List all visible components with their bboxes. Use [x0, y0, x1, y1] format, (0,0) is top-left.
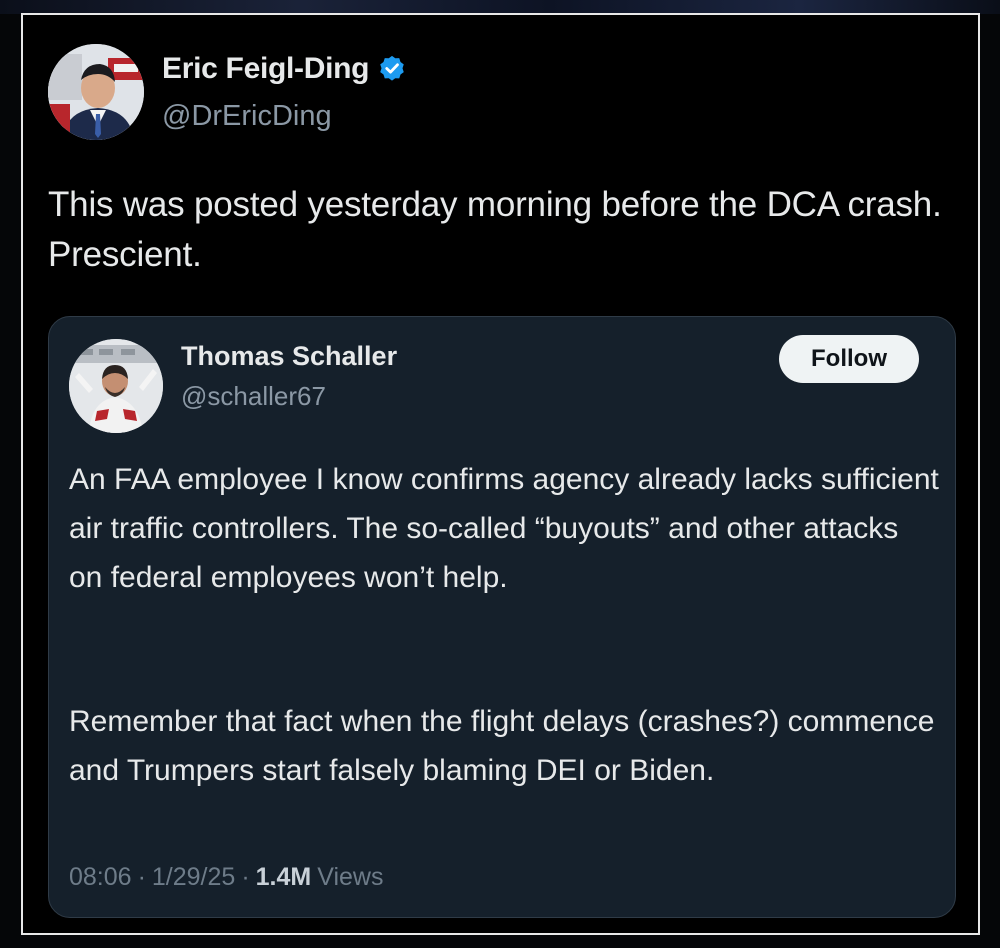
- background-strip: [0, 0, 1000, 14]
- quoted-tweet-card[interactable]: Thomas Schaller @schaller67 Follow An FA…: [48, 316, 956, 918]
- author-handle[interactable]: @DrEricDing: [162, 100, 332, 133]
- author-name-row: Eric Feigl-Ding: [162, 52, 407, 86]
- quoted-tweet-date[interactable]: 1/29/25: [152, 863, 235, 892]
- quoted-tweet-views-label: Views: [317, 863, 384, 891]
- quoted-author-avatar[interactable]: [69, 339, 163, 433]
- quoted-tweet-meta: 08:06 · 1/29/25 · 1.4M Views: [69, 863, 383, 892]
- quoted-tweet-paragraph-2: Remember that fact when the flight delay…: [69, 705, 935, 787]
- follow-button[interactable]: Follow: [779, 335, 919, 383]
- quoted-author-name[interactable]: Thomas Schaller: [181, 341, 397, 372]
- author-avatar[interactable]: [48, 44, 144, 140]
- quoted-tweet-time[interactable]: 08:06: [69, 863, 132, 892]
- meta-separator: ·: [137, 863, 146, 891]
- author-avatar-image: [48, 44, 144, 140]
- quoted-tweet-views-count: 1.4M: [255, 863, 312, 891]
- quoted-tweet-paragraph-1: An FAA employee I know confirms agency a…: [69, 463, 939, 594]
- author-name[interactable]: Eric Feigl-Ding: [162, 52, 369, 86]
- verified-badge-icon: [377, 54, 407, 84]
- quoted-author-handle[interactable]: @schaller67: [181, 381, 326, 412]
- tweet-text: This was posted yesterday morning before…: [48, 185, 942, 274]
- meta-separator: ·: [241, 863, 250, 891]
- quoted-author-avatar-image: [69, 339, 163, 433]
